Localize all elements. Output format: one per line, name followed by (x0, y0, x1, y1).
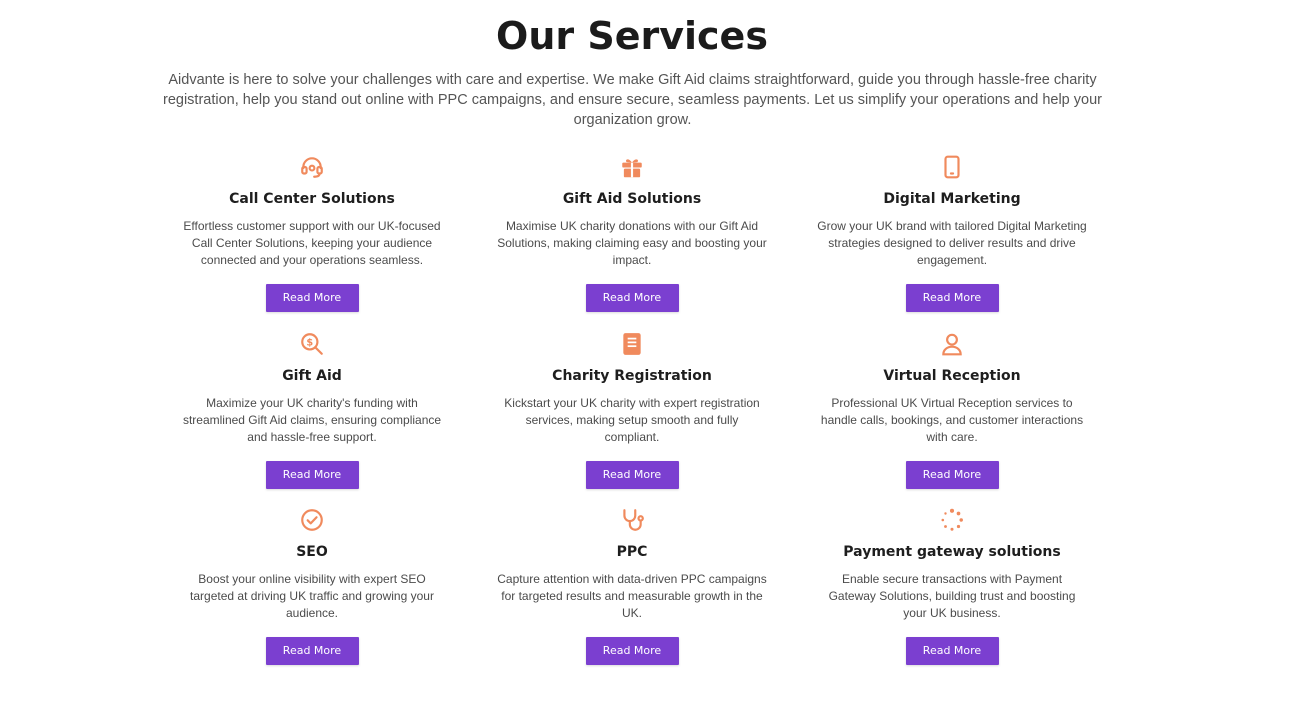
read-more-button[interactable]: Read More (905, 461, 999, 489)
service-description: Kickstart your UK charity with expert re… (504, 396, 760, 444)
service-card-call-center: Call Center Solutions Effortless custome… (162, 154, 462, 312)
service-title: Gift Aid Solutions (562, 191, 702, 207)
service-description: Maximize your UK charity's funding with … (182, 396, 442, 444)
service-description: Professional UK Virtual Reception servic… (820, 396, 1084, 444)
service-card-ppc: PPC Capture attention with data-driven P… (482, 507, 782, 665)
search-dollar-icon: $ (301, 333, 323, 355)
read-more-button[interactable]: Read More (265, 284, 359, 312)
service-title: Call Center Solutions (229, 191, 395, 207)
service-title: Digital Marketing (883, 191, 1021, 207)
service-card-gift-aid-solutions: Gift Aid Solutions Maximise UK charity d… (482, 154, 782, 312)
headset-icon (301, 157, 323, 178)
read-more-button[interactable]: Read More (265, 637, 359, 665)
service-card-charity-registration: Charity Registration Kickstart your UK c… (482, 331, 782, 489)
service-description: Enable secure transactions with Payment … (828, 572, 1076, 620)
stethoscope-icon (623, 509, 644, 531)
user-icon (942, 333, 962, 356)
service-card-digital-marketing: Digital Marketing Grow your UK brand wit… (802, 154, 1102, 312)
read-more-button[interactable]: Read More (265, 461, 359, 489)
book-icon (623, 333, 641, 355)
service-card-gift-aid: $ Gift Aid Maximize your UK charity's fu… (162, 331, 462, 489)
service-title: Virtual Reception (883, 368, 1021, 384)
section-title: Our Services (496, 14, 768, 58)
service-card-seo: SEO Boost your online visibility with ex… (162, 507, 462, 665)
service-description: Grow your UK brand with tailored Digital… (817, 219, 1087, 267)
service-card-virtual-reception: Virtual Reception Professional UK Virtua… (802, 331, 1102, 489)
spinner-icon (941, 508, 963, 531)
service-title: PPC (616, 544, 648, 560)
read-more-button[interactable]: Read More (905, 284, 999, 312)
section-intro: Aidvante is here to solve your challenge… (163, 72, 1102, 128)
service-description: Boost your online visibility with expert… (190, 572, 434, 620)
service-description: Capture attention with data-driven PPC c… (497, 572, 767, 620)
gift-icon (622, 159, 642, 178)
check-circle-icon (301, 509, 323, 531)
read-more-button[interactable]: Read More (585, 284, 679, 312)
service-title: Payment gateway solutions (843, 544, 1061, 560)
service-card-payment-gateway: Payment gateway solutions Enable secure … (802, 507, 1102, 665)
svg-text:$: $ (306, 338, 313, 349)
mobile-phone-icon (944, 155, 960, 179)
service-description: Effortless customer support with our UK-… (183, 219, 441, 267)
service-title: SEO (296, 544, 328, 560)
service-title: Gift Aid (282, 368, 342, 384)
service-description: Maximise UK charity donations with our G… (497, 219, 767, 267)
read-more-button[interactable]: Read More (585, 461, 679, 489)
read-more-button[interactable]: Read More (585, 637, 679, 665)
service-title: Charity Registration (552, 368, 712, 384)
read-more-button[interactable]: Read More (905, 637, 999, 665)
